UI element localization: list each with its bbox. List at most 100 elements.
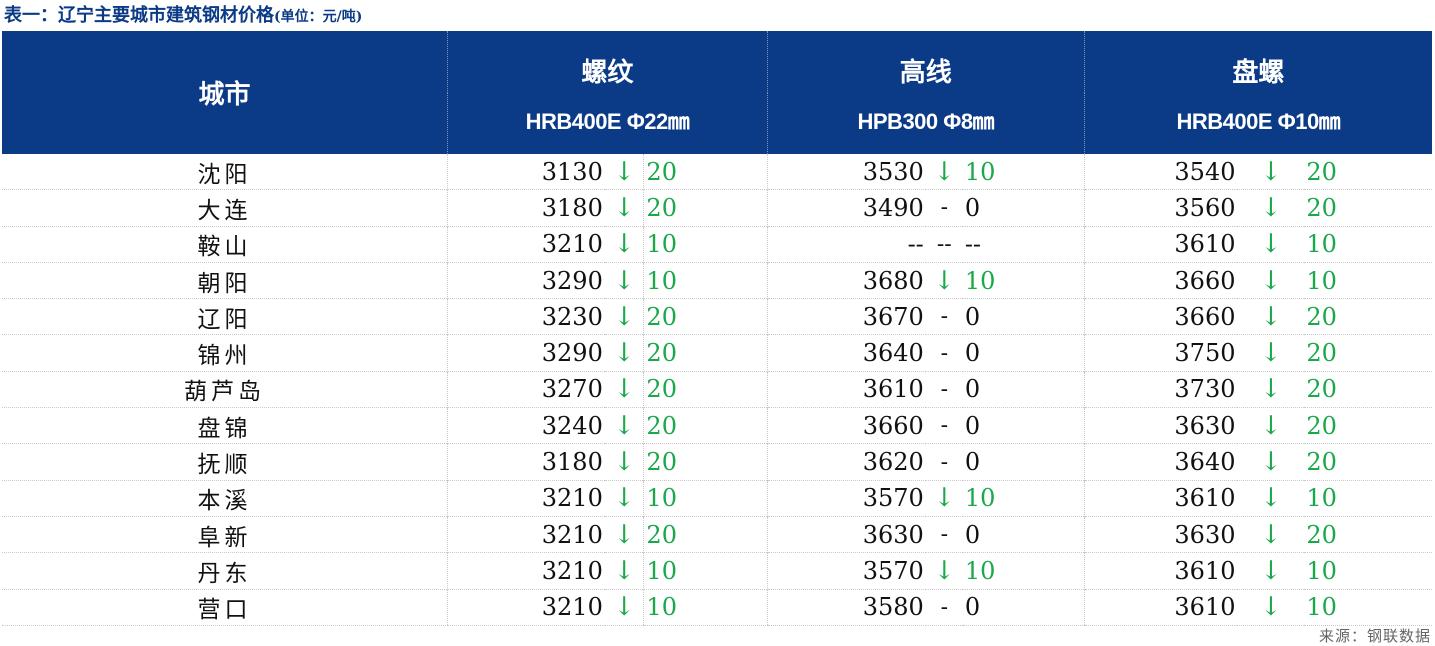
rebar-price-cell: 3210 bbox=[446, 552, 605, 590]
wire-change-cell: 0 bbox=[962, 298, 1085, 335]
coil-change-cell: 20 bbox=[1304, 298, 1432, 335]
rebar-change-cell: 20 bbox=[643, 154, 768, 190]
coil-price-cell: 3630 bbox=[1083, 407, 1238, 444]
coil-change-cell: 10 bbox=[1304, 588, 1432, 626]
coil-price-cell: 3750 bbox=[1083, 334, 1238, 372]
coil-direction-icon: ↓ bbox=[1237, 298, 1305, 335]
rebar-change-cell: 20 bbox=[643, 407, 768, 444]
rebar-change-cell: 10 bbox=[643, 225, 768, 263]
coil-change-cell: 20 bbox=[1304, 443, 1432, 481]
coil-change-cell: 20 bbox=[1304, 407, 1432, 444]
rebar-direction-icon: ↓ bbox=[613, 156, 636, 187]
table-row: 鞍山 3210 ↓ 10 -- -- -- 3610 ↓ 10 bbox=[2, 225, 1432, 263]
coil-change-cell: 20 bbox=[1304, 515, 1432, 553]
city-cell: 朝阳 bbox=[2, 261, 448, 299]
unit-text: (单位：元/吨) bbox=[274, 9, 363, 25]
wire-price-cell: 3580 bbox=[766, 588, 926, 626]
rebar-change-cell: 20 bbox=[643, 298, 768, 335]
coil-price-cell: 3540 bbox=[1083, 154, 1238, 190]
rebar-direction-icon: ↓ bbox=[604, 552, 644, 590]
table-row: 营口 3210 ↓ 10 3580-0 3610 ↓ 10 bbox=[2, 588, 1432, 626]
wire-direction-icon: - bbox=[925, 298, 963, 335]
coil-direction-icon: ↓ bbox=[1237, 261, 1305, 299]
rebar-direction-icon: ↓ bbox=[604, 479, 644, 517]
coil-price-cell: 3560 bbox=[1083, 189, 1238, 227]
city-cell: 沈阳 bbox=[197, 161, 252, 188]
table-row: 锦州 3290 ↓ 20 3640-0 3750 ↓ 20 bbox=[2, 334, 1432, 372]
rebar-direction-icon: ↓ bbox=[604, 334, 644, 372]
wire-price-cell: 3670 bbox=[766, 298, 926, 335]
wire-price-cell: 3640 bbox=[766, 334, 926, 372]
wire-change-cell: 10 bbox=[964, 157, 996, 186]
wire-direction-icon: - bbox=[925, 407, 963, 444]
city-cell: 营口 bbox=[2, 588, 448, 626]
coil-direction-icon: ↓ bbox=[1237, 552, 1305, 590]
rebar-direction-icon: ↓ bbox=[604, 407, 644, 444]
rebar-change-cell: 10 bbox=[643, 588, 768, 626]
city-cell: 本溪 bbox=[2, 479, 448, 517]
wire-price-cell: 3630 bbox=[766, 515, 926, 553]
rebar-direction-icon: ↓ bbox=[604, 298, 644, 335]
wire-direction-icon: - bbox=[925, 443, 963, 481]
rebar-direction-icon: ↓ bbox=[604, 261, 644, 299]
coil-change-cell: 20 bbox=[1304, 334, 1432, 372]
coil-price-cell: 3610 bbox=[1083, 479, 1238, 517]
coil-direction-icon: ↓ bbox=[1237, 588, 1305, 626]
table-row: 朝阳 3290 ↓ 10 3680 ↓ 10 3660 ↓ 10 bbox=[2, 261, 1432, 299]
city-cell: 锦州 bbox=[2, 334, 448, 372]
rebar-change-cell: 20 bbox=[643, 334, 768, 372]
wire-direction-icon: ↓ bbox=[925, 552, 963, 590]
coil-price-cell: 3610 bbox=[1083, 225, 1238, 263]
table-row: 沈阳 3130 ↓ 20 3530 ↓ 10 3540 ↓ 20 bbox=[2, 154, 1432, 190]
wire-change-cell: 0 bbox=[962, 443, 1085, 481]
coil-change-cell: 10 bbox=[1304, 261, 1432, 299]
table-row: 阜新 3210 ↓ 20 3630-0 3630 ↓ 20 bbox=[2, 515, 1432, 553]
coil-change-cell: 10 bbox=[1304, 225, 1432, 263]
rebar-price-cell: 3240 bbox=[446, 407, 605, 444]
table-title: 表一：辽宁主要城市建筑钢材价格(单位：元/吨) bbox=[4, 4, 362, 28]
coil-direction-icon: ↓ bbox=[1237, 515, 1305, 553]
coil-price-cell: 3630 bbox=[1083, 515, 1238, 553]
wire-price-cell: 3530 bbox=[766, 154, 926, 190]
rebar-change-cell: 20 bbox=[643, 443, 768, 481]
wire-price-cell: 3490 bbox=[766, 189, 926, 227]
wire-price-cell: 3570 bbox=[766, 552, 926, 590]
coil-change-cell: 20 bbox=[1304, 189, 1432, 227]
rebar-price-cell: 3180 bbox=[446, 189, 605, 227]
rebar-price-cell: 3210 bbox=[446, 515, 605, 553]
city-cell: 葫芦岛 bbox=[2, 370, 448, 408]
wire-change-cell: -- bbox=[962, 225, 1085, 263]
rebar-direction-icon: ↓ bbox=[604, 189, 644, 227]
rebar-price-cell: 3210 bbox=[446, 225, 605, 263]
wire-price-cell: -- bbox=[766, 225, 926, 263]
coil-direction-icon: ↓ bbox=[1237, 443, 1305, 481]
coil-change-cell: 20 bbox=[1306, 157, 1337, 186]
wire-change-cell: 10 bbox=[962, 479, 1085, 517]
table-row: 本溪 3210 ↓ 10 3570 ↓ 10 3610 ↓ 10 bbox=[2, 479, 1432, 517]
city-cell: 鞍山 bbox=[2, 225, 448, 263]
coil-direction-icon: ↓ bbox=[1237, 334, 1305, 372]
rebar-change-cell: 10 bbox=[643, 261, 768, 299]
coil-direction-icon: ↓ bbox=[1237, 479, 1305, 517]
spec-rebar: HRB400E Φ22㎜ bbox=[446, 93, 768, 154]
wire-change-cell: 10 bbox=[962, 552, 1085, 590]
rebar-direction-icon: ↓ bbox=[604, 588, 644, 626]
spec-wire: HPB300 Φ8㎜ bbox=[766, 93, 1085, 154]
wire-price-cell: 3680 bbox=[766, 261, 926, 299]
wire-price-cell: 3660 bbox=[766, 407, 926, 444]
coil-direction-icon: ↓ bbox=[1237, 189, 1305, 227]
city-cell: 盘锦 bbox=[2, 407, 448, 444]
wire-change-cell: 0 bbox=[962, 588, 1085, 626]
city-cell: 抚顺 bbox=[2, 443, 448, 481]
wire-change-cell: 0 bbox=[962, 370, 1085, 408]
table-row: 盘锦 3240 ↓ 20 3660-0 3630 ↓ 20 bbox=[2, 407, 1432, 444]
wire-direction-icon: - bbox=[925, 189, 963, 227]
rebar-change-cell: 20 bbox=[643, 515, 768, 553]
rebar-change-cell: 20 bbox=[643, 189, 768, 227]
rebar-change-cell: 10 bbox=[643, 552, 768, 590]
wire-change-cell: 0 bbox=[962, 189, 1085, 227]
wire-direction-icon: - bbox=[925, 370, 963, 408]
coil-direction-icon: ↓ bbox=[1237, 370, 1305, 408]
coil-direction-icon: ↓ bbox=[1237, 225, 1305, 263]
rebar-price-cell: 3210 bbox=[446, 588, 605, 626]
